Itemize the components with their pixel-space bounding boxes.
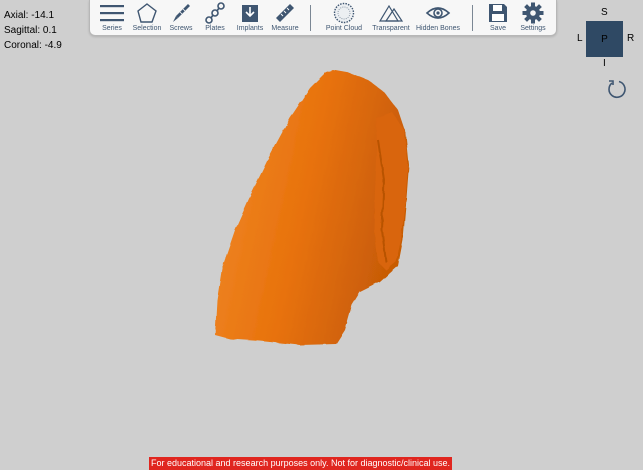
implants-label: Implants — [236, 25, 264, 32]
point-cloud-button[interactable]: Point Cloud — [322, 0, 366, 35]
orientation-current: P — [601, 33, 608, 45]
ruler-icon — [276, 4, 294, 22]
floppy-disk-icon — [489, 4, 507, 22]
selection-label: Selection — [132, 25, 162, 32]
orientation-cube[interactable]: P — [586, 21, 623, 57]
hidden-bones-label: Hidden Bones — [416, 25, 460, 32]
screws-button[interactable]: Screws — [165, 0, 197, 35]
toolbar-divider-1 — [310, 5, 311, 31]
gear-icon — [522, 2, 544, 24]
selection-button[interactable]: Selection — [129, 0, 165, 35]
toolbar: Series Selection Screws Plates Implants … — [89, 0, 557, 36]
hidden-bones-button[interactable]: Hidden Bones — [414, 0, 462, 35]
point-cloud-label: Point Cloud — [325, 25, 363, 32]
screws-label: Screws — [169, 25, 193, 32]
bone-ridge — [374, 112, 408, 270]
orientation-right: R — [627, 33, 635, 44]
implants-button[interactable]: Implants — [233, 0, 267, 35]
plates-button[interactable]: Plates — [200, 0, 230, 35]
series-label: Series — [102, 25, 122, 32]
plates-label: Plates — [205, 25, 225, 32]
save-button[interactable]: Save — [483, 0, 513, 35]
transparent-label: Transparent — [372, 25, 410, 32]
dotted-sphere-icon — [333, 2, 355, 24]
pentagon-icon — [137, 3, 157, 23]
transparent-button[interactable]: Transparent — [368, 0, 414, 35]
eye-icon — [425, 7, 451, 19]
measure-button[interactable]: Measure — [268, 0, 302, 35]
download-tray-icon — [242, 5, 258, 22]
bone-3d-model[interactable] — [0, 0, 643, 470]
disclaimer-banner: For educational and research purposes on… — [149, 457, 452, 470]
settings-button[interactable]: Settings — [516, 0, 550, 35]
chain-plate-icon — [205, 2, 225, 24]
orientation-left: L — [577, 33, 583, 44]
orientation-inferior: I — [603, 58, 606, 69]
hamburger-menu-icon — [100, 5, 124, 22]
rotate-arrow-icon[interactable] — [606, 78, 628, 100]
measure-label: Measure — [271, 25, 299, 32]
save-label: Save — [490, 25, 506, 32]
screw-icon — [173, 4, 190, 22]
orientation-superior: S — [601, 7, 608, 18]
toolbar-divider-2 — [472, 5, 473, 31]
overlapping-triangles-icon — [378, 4, 404, 22]
series-button[interactable]: Series — [94, 0, 130, 35]
settings-label: Settings — [520, 25, 546, 32]
